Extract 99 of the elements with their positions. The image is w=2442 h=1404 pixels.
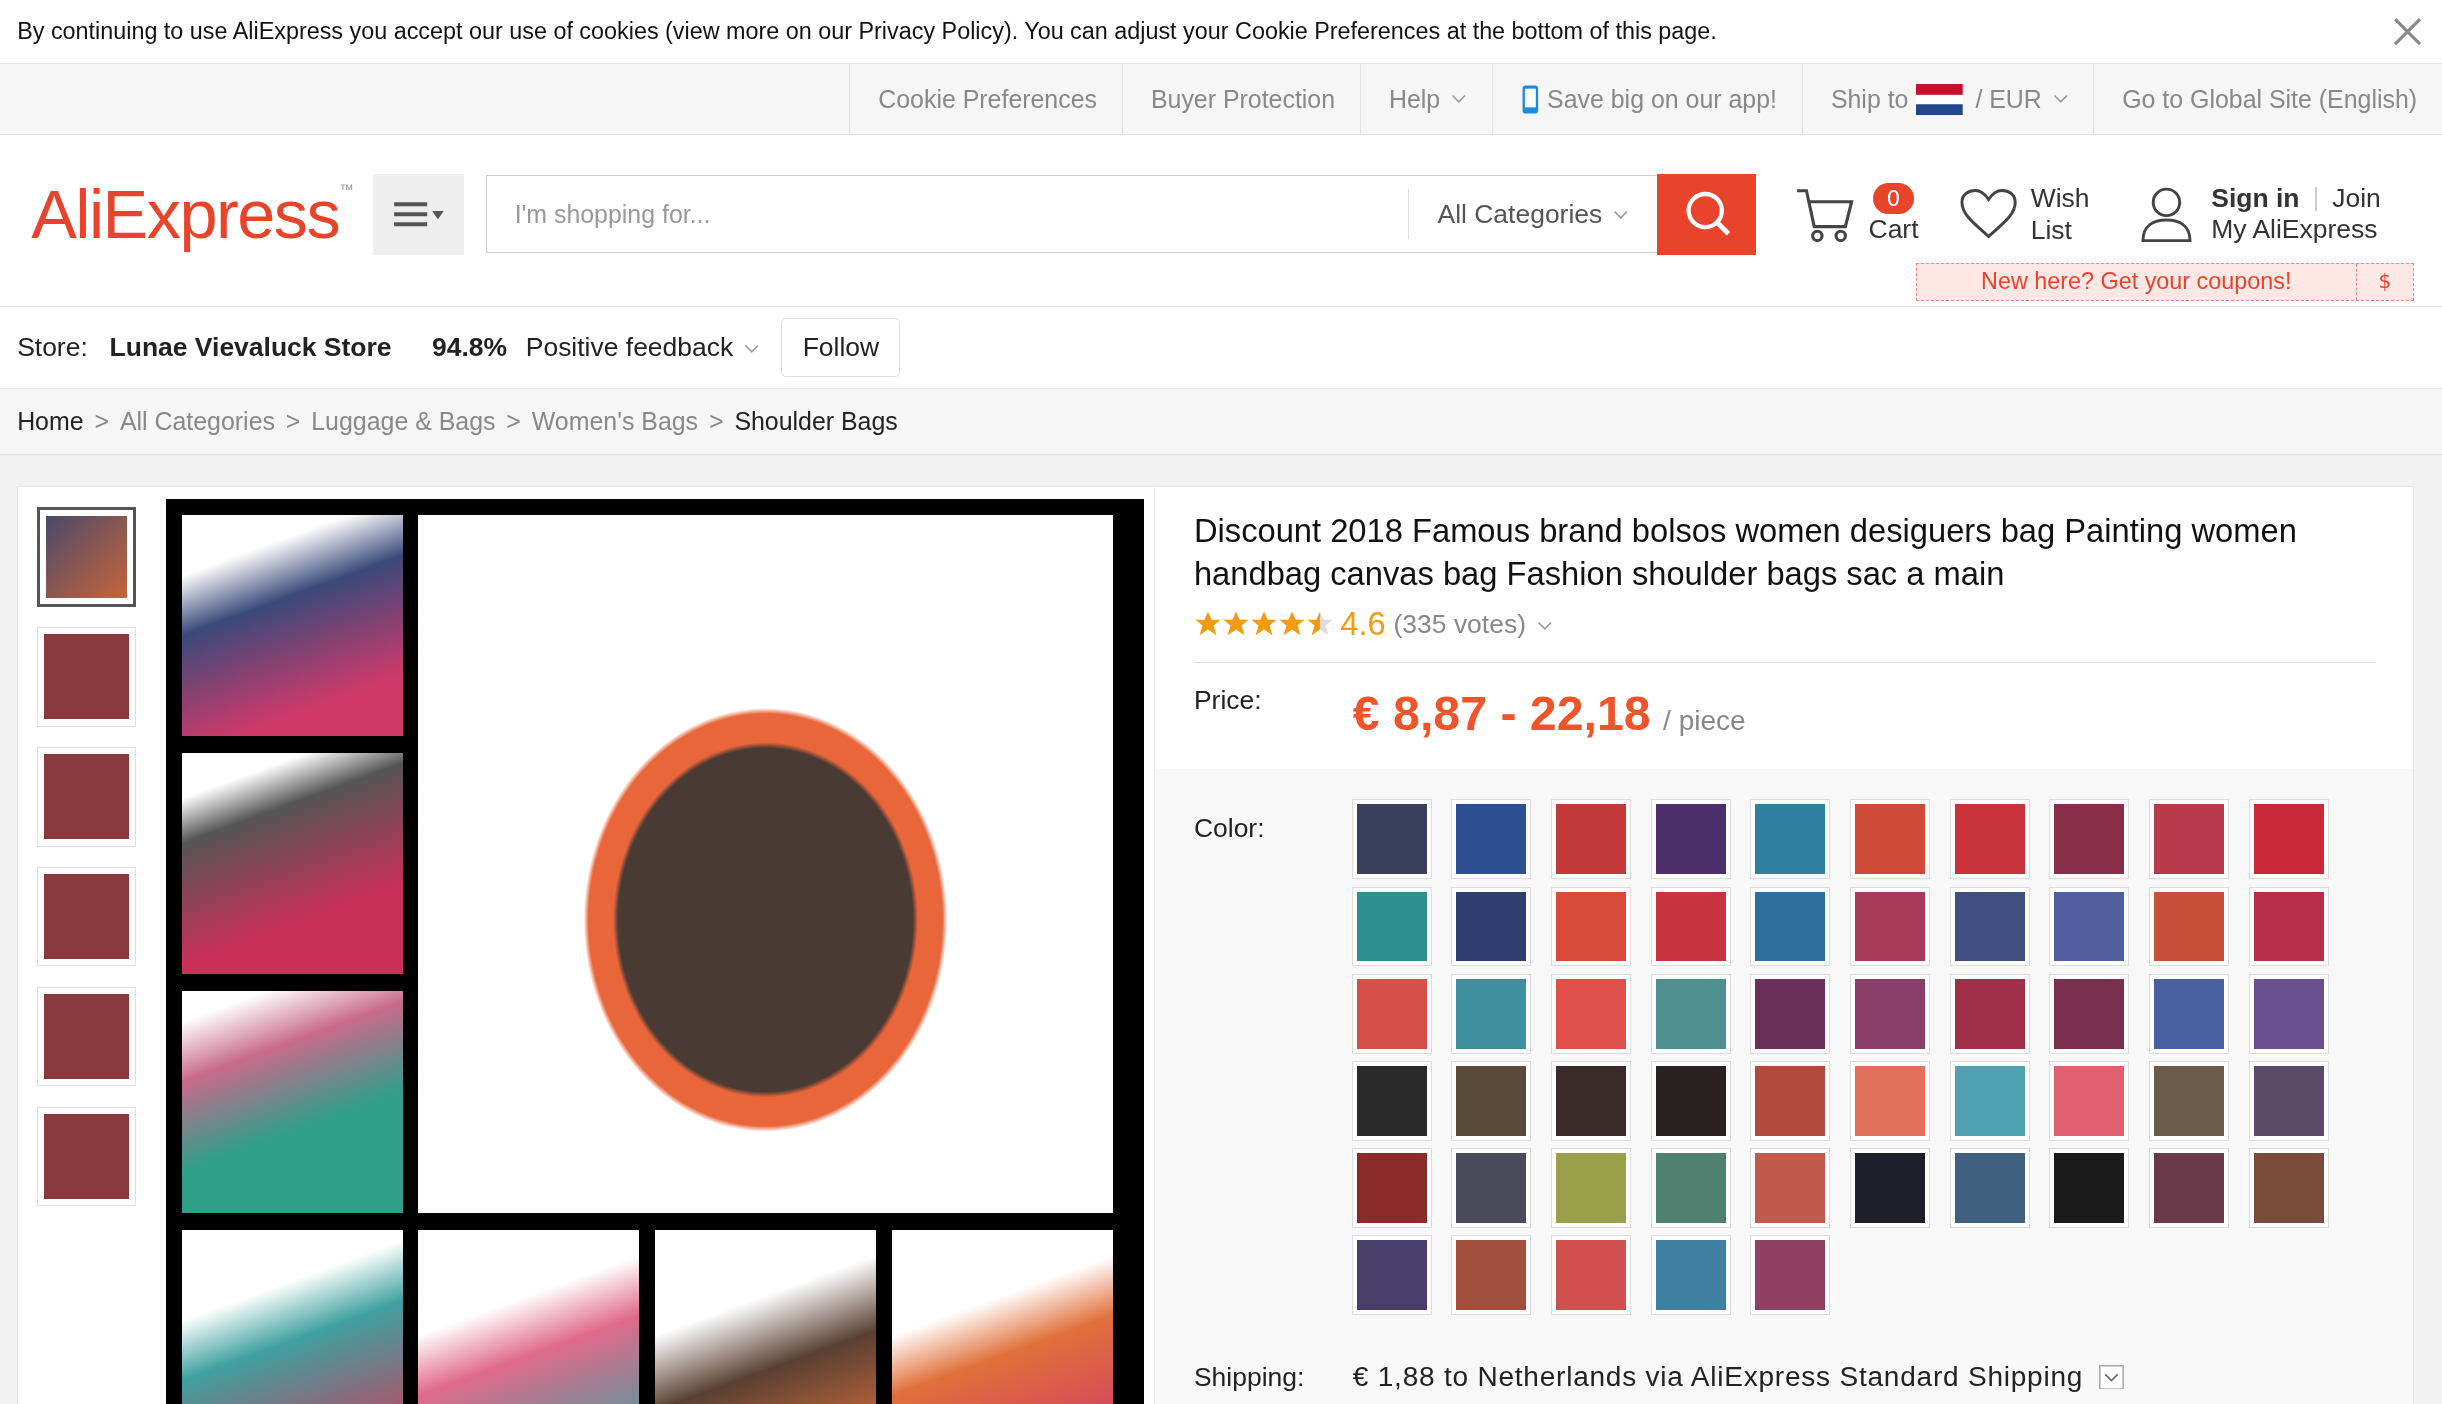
dropdown-icon[interactable]: [2098, 1364, 2124, 1390]
color-swatch[interactable]: [2050, 974, 2129, 1053]
feedback-dropdown[interactable]: Positive feedback: [525, 332, 760, 364]
color-swatch[interactable]: [1352, 887, 1431, 966]
follow-button[interactable]: Follow: [781, 317, 901, 378]
color-swatch[interactable]: [1651, 1062, 1730, 1140]
breadcrumb-separator: >: [94, 407, 109, 436]
wish-list-link[interactable]: Wish List: [2030, 181, 2093, 248]
color-swatch[interactable]: [2050, 800, 2129, 879]
color-swatch[interactable]: [2249, 887, 2328, 966]
color-swatch[interactable]: [1751, 800, 1830, 879]
product-title: Discount 2018 Famous brand bolsos women desiguers bag Painting women handbag canvas bag Fashion shoulder bags sac a main: [1193, 510, 2298, 595]
rating-score: 4.6: [1340, 605, 1386, 644]
breadcrumb-separator: >: [708, 407, 724, 436]
color-swatch[interactable]: [1651, 887, 1730, 966]
chevron-down-icon: [2052, 94, 2069, 104]
color-swatch[interactable]: [1352, 974, 1431, 1053]
phone-icon: [1520, 83, 1540, 115]
color-swatch[interactable]: [1651, 800, 1730, 879]
color-swatch[interactable]: [1552, 1236, 1630, 1315]
cart-link[interactable]: Cart: [1868, 214, 1919, 246]
color-swatch[interactable]: [1452, 1236, 1531, 1315]
color-swatch[interactable]: [1751, 1062, 1830, 1140]
join-link[interactable]: Join: [2332, 183, 2381, 215]
color-swatch[interactable]: [1452, 1149, 1531, 1228]
color-swatch[interactable]: [1751, 1149, 1830, 1228]
cart-count-badge: 0: [1872, 183, 1915, 215]
feedback-score: 94.8%: [432, 332, 508, 364]
color-swatch[interactable]: [2249, 1062, 2328, 1140]
chevron-down-icon: [744, 344, 760, 354]
menu-button[interactable]: [373, 173, 464, 255]
sign-in-link[interactable]: Sign in: [2211, 183, 2300, 215]
my-aliexpress-link[interactable]: My AliExpress: [2211, 214, 2381, 246]
color-swatch[interactable]: [1751, 887, 1830, 966]
price-unit: / piece: [1663, 705, 1746, 738]
color-swatch[interactable]: [1950, 974, 2029, 1053]
color-swatch[interactable]: [2050, 1062, 2129, 1140]
chevron-down-icon: [1536, 621, 1553, 631]
color-swatch[interactable]: [1751, 1236, 1830, 1315]
breadcrumb-separator: >: [285, 407, 301, 436]
votes-dropdown[interactable]: (335 votes): [1393, 608, 1553, 640]
color-swatch[interactable]: [1950, 1149, 2029, 1228]
search-field[interactable]: I'm shopping for... All Categories: [485, 175, 1657, 254]
color-swatch[interactable]: [1851, 800, 1929, 879]
color-swatch[interactable]: [1452, 887, 1531, 966]
color-swatch[interactable]: [2249, 800, 2328, 879]
shipping-info: € 1,88 to Netherlands via AliExpress Standard Shipping: [1352, 1361, 2084, 1393]
color-swatch[interactable]: [1452, 800, 1531, 879]
coupon-tag: $: [2355, 264, 2413, 300]
color-swatch[interactable]: [1851, 887, 1929, 966]
color-swatch[interactable]: [1651, 1149, 1730, 1228]
shipping-label: Shipping:: [1193, 1361, 1306, 1393]
color-swatch[interactable]: [1352, 1236, 1431, 1315]
chevron-down-icon: [1451, 94, 1467, 104]
color-swatch[interactable]: [1651, 974, 1730, 1053]
color-swatch[interactable]: [1452, 1062, 1531, 1140]
color-swatch[interactable]: [1552, 800, 1630, 879]
breadcrumb-link[interactable]: Home: [17, 407, 84, 436]
color-swatch[interactable]: [1651, 1236, 1730, 1315]
color-swatch[interactable]: [1552, 887, 1630, 966]
color-swatch[interactable]: [1950, 800, 2029, 879]
color-swatch[interactable]: [1751, 974, 1830, 1053]
color-swatch[interactable]: [2150, 887, 2228, 966]
color-swatch[interactable]: [1851, 974, 1929, 1053]
color-swatch[interactable]: [2150, 800, 2228, 879]
search-button[interactable]: [1656, 173, 1757, 255]
color-swatch[interactable]: [1552, 974, 1630, 1053]
color-label: Color:: [1193, 811, 1266, 845]
breadcrumb-separator: >: [506, 407, 521, 436]
color-swatch[interactable]: [1352, 1149, 1431, 1228]
color-swatch[interactable]: [1352, 800, 1431, 879]
store-label: Store:: [17, 332, 88, 364]
color-swatch[interactable]: [2050, 887, 2129, 966]
price: € 8,87 - 22,18: [1352, 685, 1651, 742]
close-icon[interactable]: [2392, 15, 2424, 47]
color-swatch[interactable]: [1950, 887, 2029, 966]
color-swatch[interactable]: [1851, 1062, 1929, 1140]
color-swatch[interactable]: [1851, 1149, 1929, 1228]
color-swatch[interactable]: [2249, 974, 2328, 1053]
category-dropdown[interactable]: All Categories: [1408, 189, 1657, 240]
cookie-notice: By continuing to use AliExpress you accept our use of cookies (view more on our Privacy Policy). You can adjust your Cookie Preferences at the bottom of this page.: [17, 17, 1717, 45]
product-thumbnail[interactable]: [36, 507, 137, 607]
color-swatch[interactable]: [2249, 1149, 2328, 1228]
color-swatch[interactable]: [1352, 1062, 1431, 1140]
price-label: Price:: [1193, 685, 1263, 717]
menu-icon: [393, 201, 444, 228]
color-swatch[interactable]: [2150, 1149, 2228, 1228]
color-swatch[interactable]: [1452, 974, 1531, 1053]
breadcrumb-link[interactable]: Shoulder Bags: [734, 407, 898, 436]
color-swatch[interactable]: [2150, 1062, 2228, 1140]
color-swatch[interactable]: [1552, 1149, 1630, 1228]
aliexpress-logo[interactable]: AliExpress$^{™}$: [31, 174, 352, 254]
color-swatch[interactable]: [2050, 1149, 2129, 1228]
flag-icon: [1916, 83, 1963, 115]
color-swatch[interactable]: [1950, 1062, 2029, 1140]
color-swatch[interactable]: [1552, 1062, 1630, 1140]
color-swatch[interactable]: [2150, 974, 2228, 1053]
chevron-down-icon: [1613, 209, 1629, 220]
store-name[interactable]: Lunae Vievaluck Store: [109, 332, 392, 364]
